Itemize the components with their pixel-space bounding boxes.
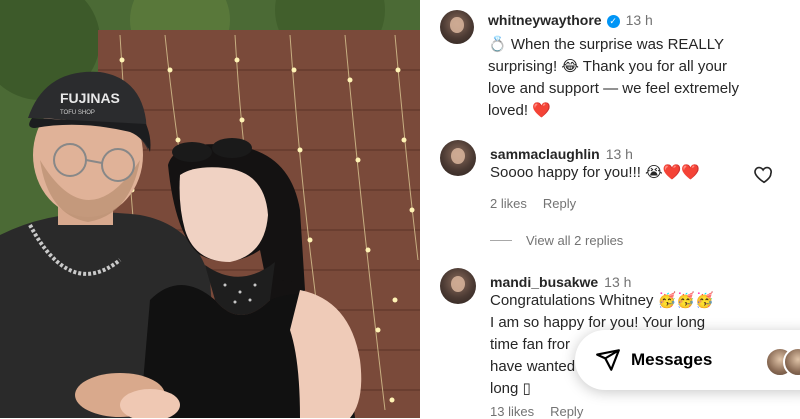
comment-meta: 13 likes Reply — [490, 404, 599, 419]
caption-line: 💍 When the surprise was REALLY — [488, 36, 724, 53]
post-caption: 💍 When the surprise was REALLY surprisin… — [488, 34, 788, 122]
send-icon — [596, 349, 620, 371]
comment-likes[interactable]: 2 likes — [490, 196, 527, 211]
comment-time: 13 h — [605, 146, 633, 162]
caption-time: 13 h — [625, 12, 653, 28]
cap-text-1: FUJINAS — [60, 90, 120, 106]
messages-label: Messages — [631, 350, 713, 369]
reply-button[interactable]: Reply — [543, 196, 576, 211]
comment-line: Congratulations Whitney 🥳🥳🥳 — [490, 292, 714, 309]
author-avatar[interactable] — [440, 10, 474, 44]
caption-line: love and support — we feel extremely — [488, 80, 739, 97]
reply-button[interactable]: Reply — [550, 404, 583, 419]
messages-button[interactable]: Messages — [575, 330, 800, 390]
comment-username[interactable]: mandi_busakwe — [490, 274, 598, 290]
commenter-avatar[interactable] — [440, 140, 476, 176]
divider-line — [490, 240, 512, 241]
like-comment-heart-icon[interactable] — [753, 163, 775, 185]
post-photo-illustration: FUJINAS TOFU SHOP — [0, 0, 420, 418]
comment-likes[interactable]: 13 likes — [490, 404, 534, 419]
view-replies-label: View all 2 replies — [526, 233, 624, 248]
caption-header: whitneywaythore ✓ 13 h — [488, 12, 653, 30]
view-replies-button[interactable]: View all 2 replies — [490, 233, 623, 248]
commenter-avatar[interactable] — [440, 268, 476, 304]
comment-username[interactable]: sammaclaughlin — [490, 146, 600, 162]
caption-line: loved! ❤️ — [488, 102, 551, 119]
caption-line: surprising! 😂 Thank you for all your — [488, 58, 728, 75]
comment-time: 13 h — [604, 274, 632, 290]
verified-badge-icon: ✓ — [606, 15, 620, 28]
author-username[interactable]: whitneywaythore — [488, 12, 602, 28]
comment-meta: 2 likes Reply — [490, 196, 592, 211]
post-photo: FUJINAS TOFU SHOP — [0, 0, 420, 418]
comment-text: Soooo happy for you!!! 😭❤️❤️ — [490, 164, 700, 181]
cap-text-2: TOFU SHOP — [60, 110, 95, 116]
